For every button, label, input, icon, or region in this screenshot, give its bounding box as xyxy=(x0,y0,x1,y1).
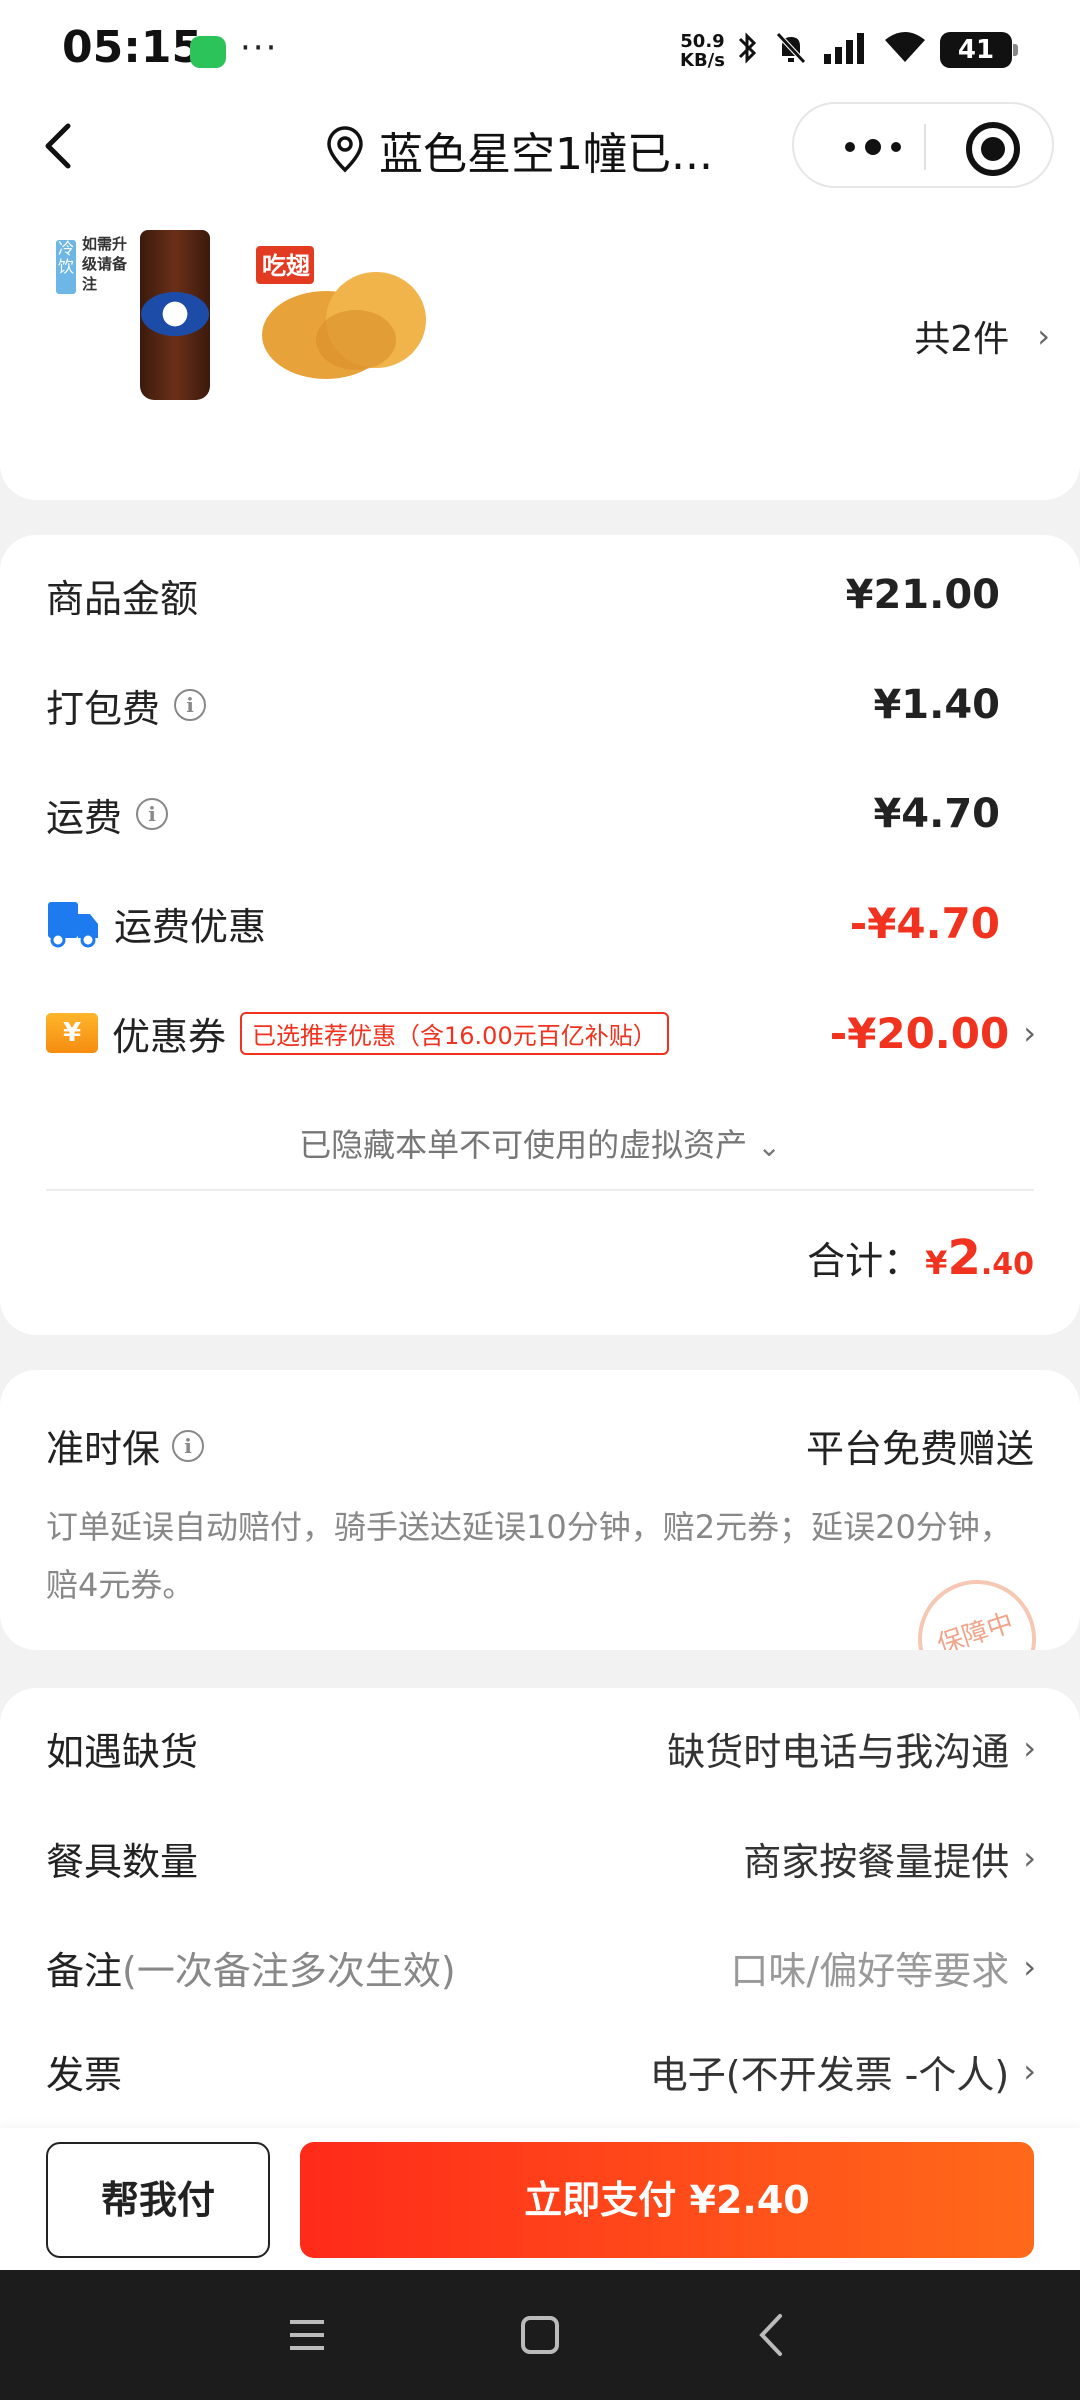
signal-icon xyxy=(824,33,864,64)
delivery-truck-icon xyxy=(48,902,98,948)
products-card[interactable]: 冷饮 如需升级请备注 吃翅 共2件 › xyxy=(0,180,1080,500)
network-speed: 50.9 KB/s xyxy=(680,32,725,70)
info-icon[interactable]: i xyxy=(172,1429,205,1462)
coupon-label: 优惠券 xyxy=(112,1014,227,1059)
fees-card: 商品金额 ¥21.00 打包费 i ¥1.40 运费 i ¥4.70 运费优惠 … xyxy=(0,535,1080,1335)
goods-amount-row: 商品金额 ¥21.00 xyxy=(46,565,1000,625)
total-items-label: 共2件 xyxy=(914,319,1010,360)
packing-fee-label: 打包费 xyxy=(46,686,161,731)
subtotal: 合计： ¥ 2 .40 xyxy=(807,1230,1034,1286)
chevron-down-icon: ⌄ xyxy=(757,1130,781,1163)
remark-row[interactable]: 备注(一次备注多次生效) 口味/偏好等要求 › xyxy=(46,1937,1036,1997)
total-items[interactable]: 共2件 › xyxy=(914,310,1050,362)
coupon-icon: ¥ xyxy=(46,1013,98,1053)
address-title-text: 蓝色星空1幢已... xyxy=(379,129,713,180)
drink-upgrade-note: 如需升级请备注 xyxy=(82,235,128,293)
subtotal-integer: 2 xyxy=(947,1230,981,1286)
address-title[interactable]: 蓝色星空1幢已... xyxy=(325,118,713,182)
location-pin-icon xyxy=(327,126,363,173)
shipping-fee-value: ¥4.70 xyxy=(873,791,1000,837)
more-options-icon[interactable] xyxy=(828,122,918,172)
shipping-discount-row: 运费优惠 -¥4.70 xyxy=(46,893,1000,953)
net-speed-value: 50.9 xyxy=(680,31,725,52)
help-me-pay-button[interactable]: 帮我付 xyxy=(46,2142,270,2258)
home-icon[interactable] xyxy=(515,2310,565,2360)
ontime-title: 准时保 i xyxy=(46,1418,205,1473)
mute-bell-icon xyxy=(776,32,806,64)
hidden-assets-toggle[interactable]: 已隐藏本单不可使用的虚拟资产 ⌄ xyxy=(0,1120,1080,1166)
stockout-row[interactable]: 如遇缺货 缺货时电话与我沟通 › xyxy=(46,1718,1036,1778)
bluetooth-icon xyxy=(738,32,757,64)
system-navigation-bar xyxy=(0,2270,1080,2400)
shipping-fee-row: 运费 i ¥4.70 xyxy=(46,784,1000,844)
goods-amount-value: ¥21.00 xyxy=(845,572,1000,618)
shipping-fee-label: 运费 xyxy=(46,795,123,840)
ontime-description: 订单延误自动赔付，骑手送达延误10分钟，赔2元券；延误20分钟，赔4元券。 xyxy=(46,1508,1012,1604)
status-bar: 05:15 ··· 50.9 KB/s 41 xyxy=(0,0,1080,96)
back-arrow-icon[interactable] xyxy=(30,116,90,176)
stockout-value: 缺货时电话与我沟通 xyxy=(667,1729,1010,1774)
back-icon[interactable] xyxy=(748,2310,798,2360)
ontime-title-text: 准时保 xyxy=(46,1427,161,1471)
stockout-label: 如遇缺货 xyxy=(46,1729,199,1774)
chevron-right-icon: › xyxy=(1023,1729,1036,1767)
invoice-value: 电子(不开发票 -个人) xyxy=(649,2052,1010,2097)
info-icon[interactable]: i xyxy=(174,689,207,721)
chevron-right-icon: › xyxy=(1023,1014,1036,1052)
battery-indicator: 41 xyxy=(940,32,1018,68)
coupon-recommend-tag: 已选推荐优惠（含16.00元百亿补贴） xyxy=(240,1011,669,1055)
chevron-right-icon: › xyxy=(1023,2052,1036,2090)
net-speed-unit: KB/s xyxy=(680,50,725,71)
subtotal-currency: ¥ xyxy=(925,1244,948,1282)
chevron-right-icon: › xyxy=(1037,317,1050,355)
remark-sublabel: (一次备注多次生效) xyxy=(122,1948,456,1993)
status-icons xyxy=(736,30,928,66)
tableware-label: 餐具数量 xyxy=(46,1839,199,1884)
invoice-row[interactable]: 发票 电子(不开发票 -个人) › xyxy=(46,2041,1036,2101)
ontime-guarantee-card: 准时保 i 平台免费赠送 订单延误自动赔付，骑手送达延误10分钟，赔2元券；延误… xyxy=(0,1370,1080,1650)
pepsi-logo-icon xyxy=(141,292,209,336)
invoice-label: 发票 xyxy=(46,2052,123,2097)
cold-drink-tag: 冷饮 xyxy=(56,240,76,294)
close-mini-program-icon[interactable] xyxy=(966,122,1020,176)
mini-program-capsule xyxy=(792,102,1054,188)
coupon-value: -¥20.00 xyxy=(829,1008,1010,1058)
menu-icon[interactable] xyxy=(282,2310,332,2360)
goods-amount-label: 商品金额 xyxy=(46,576,199,621)
shipping-discount-label: 运费优惠 xyxy=(114,904,267,949)
subtotal-decimal: .40 xyxy=(980,1247,1034,1282)
shipping-discount-value: -¥4.70 xyxy=(849,898,1000,948)
nav-bar: 蓝色星空1幢已... xyxy=(0,96,1080,204)
wings-label: 吃翅 xyxy=(262,252,310,280)
chevron-right-icon: › xyxy=(1023,1948,1036,1986)
remark-placeholder: 口味/偏好等要求 xyxy=(730,1948,1010,1993)
coupon-row[interactable]: ¥ 优惠券 已选推荐优惠（含16.00元百亿补贴） -¥20.00 › xyxy=(46,1003,1036,1063)
message-app-icon xyxy=(190,36,226,68)
remark-label: 备注 xyxy=(46,1948,123,1993)
chevron-right-icon: › xyxy=(1023,1839,1036,1877)
pay-now-button[interactable]: 立即支付 ¥2.40 xyxy=(300,2142,1034,2258)
ontime-free-gift: 平台免费赠送 xyxy=(805,1427,1034,1471)
packing-fee-row: 打包费 i ¥1.40 xyxy=(46,675,1000,735)
tableware-row[interactable]: 餐具数量 商家按餐量提供 › xyxy=(46,1828,1036,1888)
packing-fee-value: ¥1.40 xyxy=(873,682,1000,728)
hidden-assets-text: 已隐藏本单不可使用的虚拟资产 xyxy=(299,1126,748,1164)
tableware-value: 商家按餐量提供 xyxy=(743,1839,1010,1884)
info-icon[interactable]: i xyxy=(136,798,169,830)
capsule-divider xyxy=(924,124,926,170)
divider xyxy=(46,1189,1034,1191)
bottom-action-bar: 帮我付 立即支付 ¥2.40 xyxy=(0,2128,1080,2270)
subtotal-label: 合计： xyxy=(807,1239,922,1283)
status-time: 05:15 xyxy=(62,22,203,73)
drink-promo-text: 冷饮 如需升级请备注 xyxy=(52,230,142,390)
more-notifications-icon: ··· xyxy=(240,28,279,68)
wifi-icon xyxy=(885,32,925,62)
